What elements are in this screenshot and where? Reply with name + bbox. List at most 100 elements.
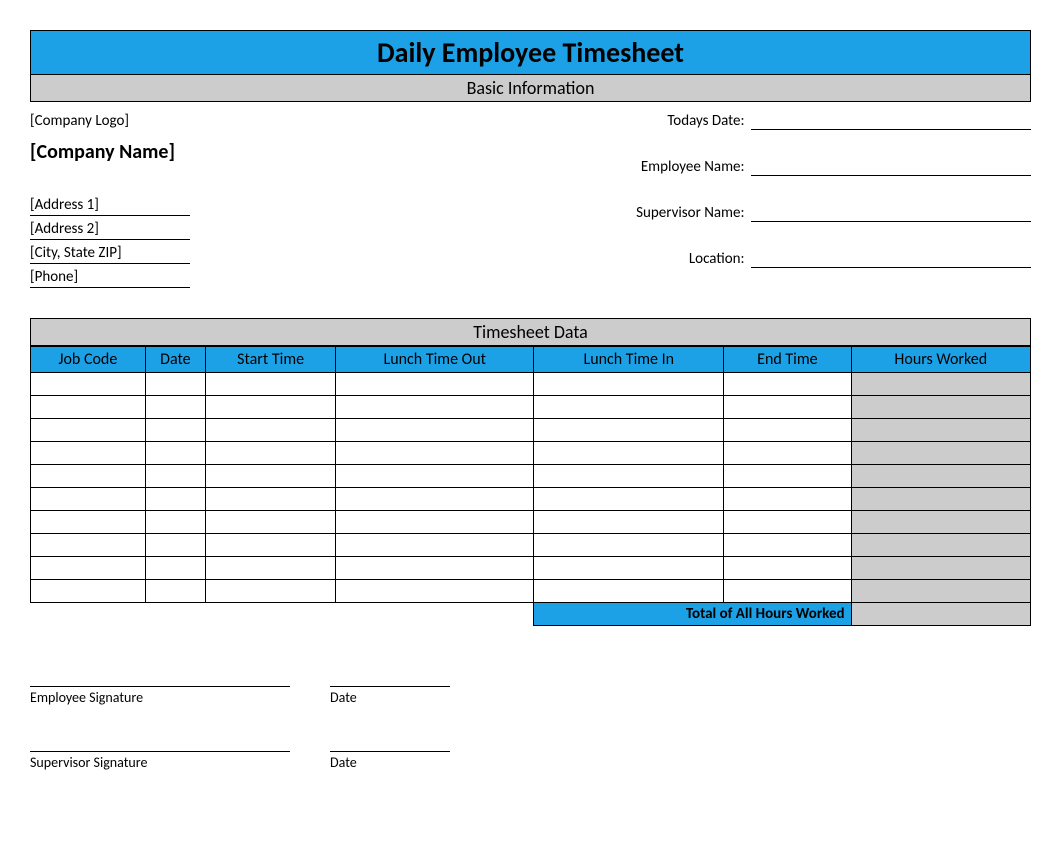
- table-cell[interactable]: [145, 373, 205, 396]
- table-row: [31, 511, 1031, 534]
- table-cell[interactable]: [724, 442, 851, 465]
- table-cell[interactable]: [145, 396, 205, 419]
- table-cell[interactable]: [336, 396, 534, 419]
- table-cell[interactable]: [336, 442, 534, 465]
- employee-signature-date[interactable]: Date: [330, 686, 450, 706]
- table-cell[interactable]: [534, 373, 724, 396]
- basic-info-header: Basic Information: [30, 74, 1031, 102]
- table-cell[interactable]: [145, 488, 205, 511]
- table-cell[interactable]: [31, 580, 146, 603]
- table-cell[interactable]: [336, 534, 534, 557]
- table-cell[interactable]: [534, 442, 724, 465]
- table-cell[interactable]: [145, 511, 205, 534]
- table-cell[interactable]: [534, 419, 724, 442]
- employee-name-field[interactable]: [751, 158, 1031, 176]
- table-cell[interactable]: [145, 534, 205, 557]
- table-cell[interactable]: [851, 373, 1030, 396]
- address1-field[interactable]: [Address 1]: [30, 194, 190, 216]
- table-cell[interactable]: [336, 580, 534, 603]
- table-cell[interactable]: [31, 488, 146, 511]
- table-cell[interactable]: [724, 396, 851, 419]
- table-cell[interactable]: [534, 580, 724, 603]
- table-cell[interactable]: [31, 442, 146, 465]
- table-row: [31, 442, 1031, 465]
- info-column: Todays Date: Employee Name: Supervisor N…: [551, 108, 1031, 296]
- table-cell[interactable]: [724, 373, 851, 396]
- table-row: [31, 580, 1031, 603]
- location-field[interactable]: [751, 250, 1031, 268]
- table-cell[interactable]: [724, 419, 851, 442]
- col-date: Date: [145, 347, 205, 373]
- basic-info-section: [Company Logo] [Company Name] [Address 1…: [30, 102, 1031, 318]
- col-job-code: Job Code: [31, 347, 146, 373]
- table-cell[interactable]: [31, 373, 146, 396]
- col-lunch-out: Lunch Time Out: [336, 347, 534, 373]
- table-cell[interactable]: [851, 465, 1030, 488]
- table-cell[interactable]: [206, 511, 336, 534]
- city-state-zip-field[interactable]: [City, State ZIP]: [30, 242, 190, 264]
- table-cell[interactable]: [851, 580, 1030, 603]
- table-cell[interactable]: [534, 557, 724, 580]
- table-cell[interactable]: [336, 373, 534, 396]
- table-cell[interactable]: [206, 534, 336, 557]
- table-cell[interactable]: [724, 511, 851, 534]
- employee-signature-line[interactable]: Employee Signature: [30, 686, 290, 706]
- table-cell[interactable]: [145, 442, 205, 465]
- table-cell[interactable]: [534, 511, 724, 534]
- table-cell[interactable]: [851, 419, 1030, 442]
- table-cell[interactable]: [206, 373, 336, 396]
- table-cell[interactable]: [145, 557, 205, 580]
- todays-date-field[interactable]: [751, 112, 1031, 130]
- table-cell[interactable]: [534, 488, 724, 511]
- table-cell[interactable]: [31, 511, 146, 534]
- table-cell[interactable]: [534, 465, 724, 488]
- supervisor-signature-line[interactable]: Supervisor Signature: [30, 751, 290, 771]
- supervisor-name-field[interactable]: [751, 204, 1031, 222]
- table-cell[interactable]: [851, 488, 1030, 511]
- phone-field[interactable]: [Phone]: [30, 266, 190, 288]
- col-lunch-in: Lunch Time In: [534, 347, 724, 373]
- table-cell[interactable]: [851, 534, 1030, 557]
- table-cell[interactable]: [724, 488, 851, 511]
- table-cell[interactable]: [31, 396, 146, 419]
- table-cell[interactable]: [336, 419, 534, 442]
- table-cell[interactable]: [206, 488, 336, 511]
- table-cell[interactable]: [206, 465, 336, 488]
- table-cell[interactable]: [145, 465, 205, 488]
- table-cell[interactable]: [336, 511, 534, 534]
- table-cell[interactable]: [724, 534, 851, 557]
- table-row: [31, 419, 1031, 442]
- todays-date-label: Todays Date:: [551, 112, 751, 130]
- table-cell[interactable]: [724, 465, 851, 488]
- total-blank: [31, 603, 534, 626]
- total-hours-cell[interactable]: [851, 603, 1030, 626]
- table-cell[interactable]: [145, 419, 205, 442]
- table-cell[interactable]: [145, 580, 205, 603]
- table-cell[interactable]: [206, 396, 336, 419]
- table-cell[interactable]: [851, 442, 1030, 465]
- table-cell[interactable]: [336, 488, 534, 511]
- table-cell[interactable]: [206, 557, 336, 580]
- table-cell[interactable]: [31, 534, 146, 557]
- table-cell[interactable]: [206, 419, 336, 442]
- table-row: [31, 396, 1031, 419]
- table-cell[interactable]: [31, 465, 146, 488]
- table-cell[interactable]: [336, 557, 534, 580]
- address2-field[interactable]: [Address 2]: [30, 218, 190, 240]
- supervisor-signature-date[interactable]: Date: [330, 751, 450, 771]
- table-cell[interactable]: [534, 396, 724, 419]
- company-column: [Company Logo] [Company Name] [Address 1…: [30, 108, 480, 296]
- table-cell[interactable]: [724, 557, 851, 580]
- table-cell[interactable]: [851, 557, 1030, 580]
- timesheet-table: Job Code Date Start Time Lunch Time Out …: [30, 346, 1031, 626]
- table-row: [31, 488, 1031, 511]
- table-cell[interactable]: [206, 442, 336, 465]
- table-cell[interactable]: [206, 580, 336, 603]
- table-cell[interactable]: [336, 465, 534, 488]
- table-cell[interactable]: [851, 396, 1030, 419]
- table-cell[interactable]: [534, 534, 724, 557]
- table-cell[interactable]: [724, 580, 851, 603]
- table-cell[interactable]: [31, 557, 146, 580]
- table-cell[interactable]: [851, 511, 1030, 534]
- table-cell[interactable]: [31, 419, 146, 442]
